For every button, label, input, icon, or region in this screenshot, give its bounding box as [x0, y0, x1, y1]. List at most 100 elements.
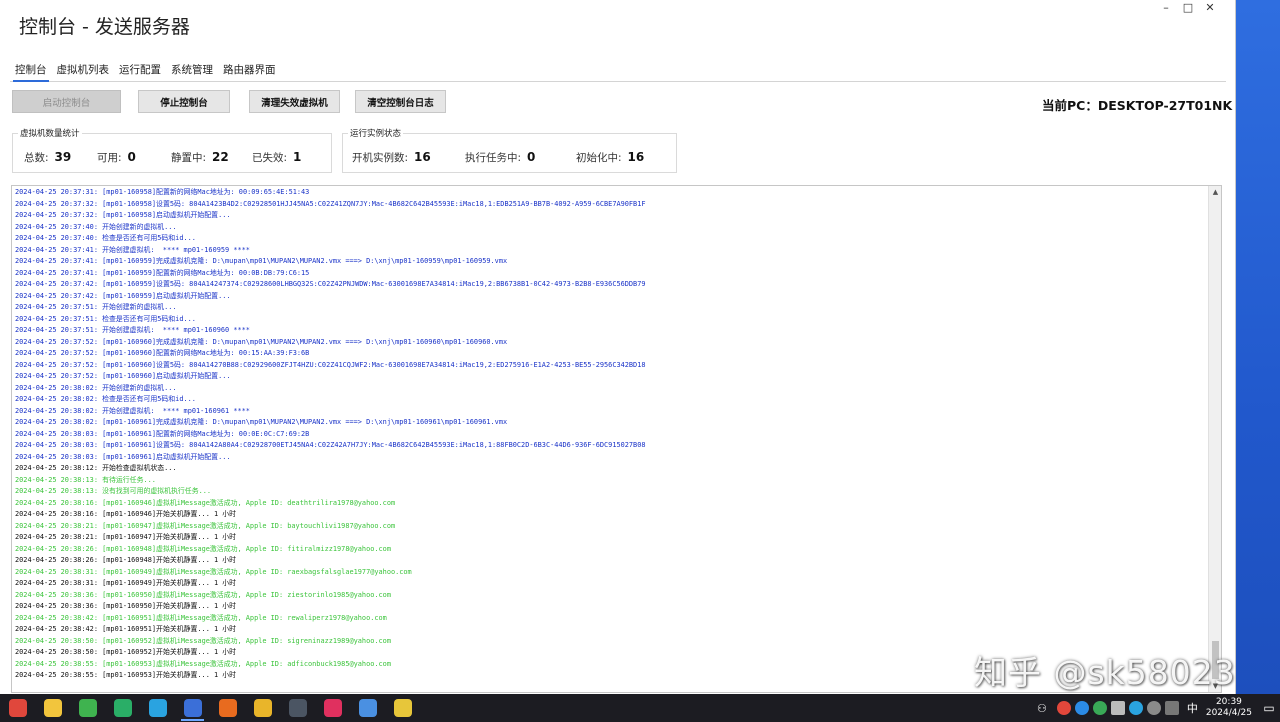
window-controls: – □ ✕: [1155, 1, 1221, 15]
chrome-icon-glyph: [253, 699, 272, 717]
wechat-icon[interactable]: [105, 694, 140, 722]
log-line: 2024-04-25 20:37:40: 开始创建新的虚拟机...: [15, 222, 177, 231]
tray-display-icon[interactable]: [1110, 701, 1125, 715]
log-line: 2024-04-25 20:38:26: [mp01-160948]开始关机静置…: [15, 556, 237, 564]
clock[interactable]: 20:39 2024/4/25: [1206, 697, 1252, 719]
log-line: 2024-04-25 20:38:26: [mp01-160948]虚拟机iMe…: [15, 544, 391, 553]
tray-wechat-icon[interactable]: [1092, 701, 1107, 715]
taskbar-apps: [0, 694, 420, 722]
telegram-icon[interactable]: [140, 694, 175, 722]
yellow-app-icon-glyph: [393, 699, 412, 717]
log-line: 2024-04-25 20:37:41: [mp01-160959]配置新的网络…: [15, 268, 310, 277]
log-line: 2024-04-25 20:37:32: [mp01-160958]设置5码: …: [15, 199, 646, 208]
tab-console[interactable]: 控制台: [10, 62, 52, 82]
browser-icon[interactable]: [350, 694, 385, 722]
tray-keyboard-icon[interactable]: [1164, 701, 1179, 715]
maximize-button[interactable]: □: [1177, 1, 1199, 15]
chrome-icon[interactable]: [245, 694, 280, 722]
refresh-app-icon-glyph: [78, 699, 97, 717]
log-line: 2024-04-25 20:37:52: [mp01-160960]启动虚拟机开…: [15, 372, 231, 380]
log-lines: 2024-04-25 20:37:31: [mp01-160958]配置新的网络…: [15, 187, 1207, 682]
wechat-icon-glyph: [113, 699, 132, 717]
log-line: 2024-04-25 20:37:52: [mp01-160960]完成虚拟机克…: [15, 337, 508, 346]
tab-system-management[interactable]: 系统管理: [166, 62, 218, 81]
log-line: 2024-04-25 20:38:02: [mp01-160961]完成虚拟机克…: [15, 418, 508, 426]
console-app-icon-glyph: [288, 699, 307, 717]
log-line: 2024-04-25 20:38:13: 有待运行任务...: [15, 475, 156, 484]
clear-log-button[interactable]: 清空控制台日志: [355, 90, 446, 113]
current-pc-name: DESKTOP-27T01NK: [1097, 98, 1233, 113]
scroll-up-icon[interactable]: ▲: [1209, 186, 1221, 198]
log-line: 2024-04-25 20:38:03: [mp01-160961]启动虚拟机开…: [15, 452, 231, 461]
clean-invalid-vm-button[interactable]: 清理失效虚拟机: [249, 90, 340, 113]
stat-running: 开机实例数: 16: [352, 150, 431, 164]
vpn-icon[interactable]: [210, 694, 245, 722]
notification-icon[interactable]: ▭: [1258, 694, 1280, 722]
tray-app-icon[interactable]: [1056, 701, 1071, 715]
stat-tasks: 执行任务中: 0: [465, 150, 536, 164]
console-log[interactable]: 2024-04-25 20:37:31: [mp01-160958]配置新的网络…: [11, 185, 1222, 693]
start-console-button[interactable]: 启动控制台: [12, 90, 121, 113]
stat-invalid: 已失效: 1: [252, 150, 302, 164]
refresh-app-icon[interactable]: [70, 694, 105, 722]
tab-router[interactable]: 路由器界面: [218, 62, 281, 81]
ime-indicator[interactable]: 中: [1187, 700, 1198, 716]
window-title: 控制台 - 发送服务器: [19, 16, 190, 38]
log-line: 2024-04-25 20:37:52: [mp01-160960]配置新的网络…: [15, 349, 310, 357]
tab-vm-list[interactable]: 虚拟机列表: [52, 62, 115, 81]
log-line: 2024-04-25 20:38:02: 检查是否还有可用5码和id...: [15, 395, 196, 403]
close-button[interactable]: ✕: [1199, 1, 1221, 15]
log-line: 2024-04-25 20:38:31: [mp01-160949]开始关机静置…: [15, 579, 237, 587]
current-pc-label: 当前PC：: [1042, 98, 1098, 113]
log-line: 2024-04-25 20:38:31: [mp01-160949]虚拟机iMe…: [15, 567, 412, 576]
log-line: 2024-04-25 20:37:42: [mp01-160959]启动虚拟机开…: [15, 291, 231, 300]
log-line: 2024-04-25 20:38:16: [mp01-160946]开始关机静置…: [15, 510, 237, 518]
yellow-app-icon[interactable]: [385, 694, 420, 722]
app-red-icon-glyph: [8, 699, 27, 717]
stat-init: 初始化中: 16: [576, 150, 645, 164]
stat-total: 总数: 39: [24, 150, 72, 164]
log-line: 2024-04-25 20:38:42: [mp01-160951]虚拟机iMe…: [15, 613, 387, 622]
tray-network-icon[interactable]: [1146, 701, 1161, 715]
desktop-background: [1236, 0, 1280, 694]
file-explorer-icon[interactable]: [35, 694, 70, 722]
clock-time: 20:39: [1215, 697, 1242, 707]
remote-desktop-icon[interactable]: [175, 694, 210, 722]
clock-date: 2024/4/25: [1205, 708, 1252, 718]
stop-console-button[interactable]: 停止控制台: [138, 90, 230, 113]
log-line: 2024-04-25 20:37:42: [mp01-160959]设置5码: …: [15, 280, 646, 288]
log-line: 2024-04-25 20:38:12: 开始检查虚拟机状态...: [15, 464, 177, 472]
log-line: 2024-04-25 20:38:02: 开始创建虚拟机: **** mp01-…: [15, 406, 250, 415]
pink-app-icon[interactable]: [315, 694, 350, 722]
log-scrollbar[interactable]: ▲ ▼: [1208, 186, 1221, 692]
browser-icon-glyph: [358, 699, 377, 717]
app-red-icon[interactable]: [0, 694, 35, 722]
people-icon[interactable]: ⚇: [1037, 702, 1047, 715]
telegram-icon-glyph: [148, 699, 167, 717]
minimize-button[interactable]: –: [1155, 1, 1177, 15]
log-line: 2024-04-25 20:37:41: [mp01-160959]完成虚拟机克…: [15, 257, 508, 265]
log-line: 2024-04-25 20:37:40: 检查是否还有可用5码和id...: [15, 234, 196, 242]
log-line: 2024-04-25 20:38:03: [mp01-160961]配置新的网络…: [15, 429, 310, 438]
run-stats-title: 运行实例状态: [348, 127, 404, 139]
log-line: 2024-04-25 20:37:51: 开始创建新的虚拟机...: [15, 303, 177, 311]
log-line: 2024-04-25 20:38:13: 没有找到可用的虚拟机执行任务...: [15, 487, 212, 495]
log-line: 2024-04-25 20:37:51: 检查是否还有可用5码和id...: [15, 314, 196, 323]
console-app-icon[interactable]: [280, 694, 315, 722]
taskbar: ⚇ 中 20:39 2024/4/25 ▭: [0, 694, 1280, 722]
log-line: 2024-04-25 20:38:21: [mp01-160947]开始关机静置…: [15, 533, 237, 541]
log-line: 2024-04-25 20:38:36: [mp01-160950]虚拟机iMe…: [15, 590, 391, 599]
tray-cloud-icon[interactable]: [1074, 701, 1089, 715]
tab-bar: 控制台 虚拟机列表 运行配置 系统管理 路由器界面: [10, 62, 1226, 82]
log-line: 2024-04-25 20:38:21: [mp01-160947]虚拟机iMe…: [15, 521, 396, 530]
log-line: 2024-04-25 20:37:41: 开始创建虚拟机: **** mp01-…: [15, 245, 250, 254]
remote-desktop-icon-glyph: [183, 699, 202, 717]
tab-run-config[interactable]: 运行配置: [114, 62, 166, 81]
log-line: 2024-04-25 20:38:16: [mp01-160946]虚拟机iMe…: [15, 498, 396, 507]
log-line: 2024-04-25 20:38:36: [mp01-160950]开始关机静置…: [15, 602, 237, 610]
tray-telegram-icon[interactable]: [1128, 701, 1143, 715]
run-stats-group: 运行实例状态 开机实例数: 16 执行任务中: 0 初始化中: 16: [342, 127, 677, 173]
log-line: 2024-04-25 20:38:02: 开始创建新的虚拟机...: [15, 383, 177, 392]
stat-idle: 静置中: 22: [171, 150, 229, 164]
vpn-icon-glyph: [218, 699, 237, 717]
